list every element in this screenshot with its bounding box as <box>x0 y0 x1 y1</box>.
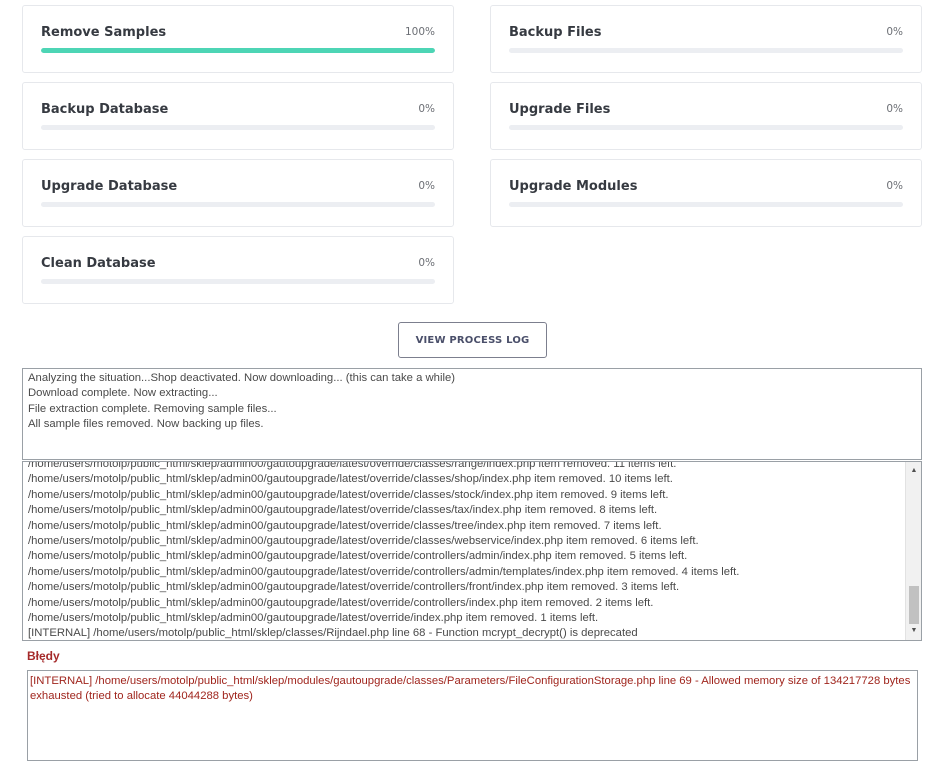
step-card-backup-database: Backup Database 0% <box>22 82 454 150</box>
process-log-content: /home/users/motolp/public_html/sklep/adm… <box>28 461 903 640</box>
status-log[interactable]: Analyzing the situation...Shop deactivat… <box>22 368 922 460</box>
step-progress-bar <box>509 48 903 53</box>
step-card-upgrade-modules: Upgrade Modules 0% <box>490 159 922 227</box>
process-log-line: [INTERNAL] /home/users/motolp/public_htm… <box>28 627 638 640</box>
scrollbar-thumb[interactable] <box>909 586 919 624</box>
step-progress-bar <box>41 279 435 284</box>
step-percent: 0% <box>418 180 435 192</box>
step-percent: 0% <box>886 180 903 192</box>
step-progress-bar <box>41 125 435 130</box>
errors-label: Błędy <box>27 649 60 663</box>
scroll-up-arrow-icon[interactable]: ▲ <box>906 464 921 478</box>
process-log-line: /home/users/motolp/public_html/sklep/adm… <box>28 473 673 486</box>
step-title: Upgrade Files <box>509 102 611 117</box>
step-title: Backup Files <box>509 25 602 40</box>
step-card-upgrade-database: Upgrade Database 0% <box>22 159 454 227</box>
step-progress-bar <box>41 48 435 53</box>
process-log-line: /home/users/motolp/public_html/sklep/adm… <box>28 581 680 594</box>
process-log-line: /home/users/motolp/public_html/sklep/adm… <box>28 504 658 517</box>
process-log-scrollbar[interactable]: ▲ ▼ <box>905 462 921 640</box>
step-progress-bar <box>509 125 903 130</box>
step-title: Backup Database <box>41 102 169 117</box>
errors-log[interactable]: [INTERNAL] /home/users/motolp/public_htm… <box>27 670 918 761</box>
step-title: Remove Samples <box>41 25 167 40</box>
step-percent: 0% <box>418 257 435 269</box>
step-title: Upgrade Database <box>41 179 178 194</box>
step-title: Clean Database <box>41 256 156 271</box>
status-log-line: Download complete. Now extracting... <box>28 387 218 400</box>
status-log-line: Analyzing the situation...Shop deactivat… <box>28 372 456 384</box>
step-percent: 0% <box>886 26 903 38</box>
step-card-backup-files: Backup Files 0% <box>490 5 922 73</box>
process-log-line: /home/users/motolp/public_html/sklep/adm… <box>28 596 654 609</box>
error-line: [INTERNAL] /home/users/motolp/public_htm… <box>30 675 911 703</box>
process-log-line: /home/users/motolp/public_html/sklep/adm… <box>28 519 662 532</box>
step-percent: 0% <box>886 103 903 115</box>
step-card-clean-database: Clean Database 0% <box>22 236 454 304</box>
step-progress-bar <box>509 202 903 207</box>
process-log-line: /home/users/motolp/public_html/sklep/adm… <box>28 461 677 470</box>
status-log-line: File extraction complete. Removing sampl… <box>28 402 277 415</box>
step-title: Upgrade Modules <box>509 179 638 194</box>
scroll-down-arrow-icon[interactable]: ▼ <box>906 624 921 638</box>
process-log-line: /home/users/motolp/public_html/sklep/adm… <box>28 550 688 563</box>
step-card-remove-samples: Remove Samples 100% <box>22 5 454 73</box>
process-log-line: /home/users/motolp/public_html/sklep/adm… <box>28 488 669 501</box>
process-log-line: /home/users/motolp/public_html/sklep/adm… <box>28 535 699 548</box>
view-process-log-button[interactable]: VIEW PROCESS LOG <box>398 322 547 358</box>
step-progress-bar <box>41 202 435 207</box>
step-percent: 0% <box>418 103 435 115</box>
process-log[interactable]: /home/users/motolp/public_html/sklep/adm… <box>22 461 922 641</box>
status-log-line: All sample files removed. Now backing up… <box>28 418 264 431</box>
process-log-line: /home/users/motolp/public_html/sklep/adm… <box>28 565 740 578</box>
process-log-line: /home/users/motolp/public_html/sklep/adm… <box>28 612 599 625</box>
step-percent: 100% <box>404 26 435 38</box>
step-card-upgrade-files: Upgrade Files 0% <box>490 82 922 150</box>
step-progress-fill <box>41 48 435 53</box>
